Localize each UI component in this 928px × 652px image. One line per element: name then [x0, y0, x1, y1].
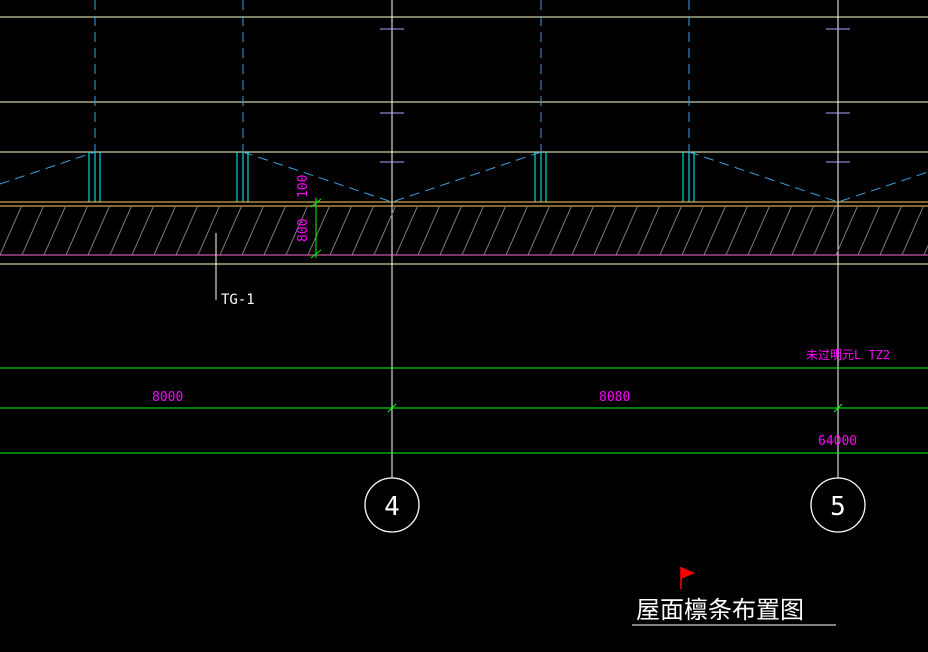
hatched-gutter-band [0, 207, 928, 255]
dim-small-side-label: 800 [296, 219, 311, 242]
red-flag-icon [680, 567, 695, 589]
axis-label-4: 4 [384, 492, 400, 522]
axis-label-5: 5 [830, 492, 846, 522]
axis-bubble-5: 5 [810, 477, 866, 533]
dim-small-top-label: 100 [296, 175, 311, 198]
drawing-title: 屋面檩条布置图 [636, 596, 804, 624]
axis-bubble-4: 4 [364, 477, 420, 533]
annotation-magenta: 未过明元L TZ2 [806, 348, 890, 362]
overall-dimension: 64000 [818, 434, 857, 449]
span-left-dimension: 8000 [152, 390, 183, 405]
bracing-dashed [0, 151, 928, 203]
span-right-dimension: 8080 [599, 390, 630, 405]
cad-drawing-canvas: 100 800 TG-1 未过明元L TZ2 8000 8080 64000 4… [0, 0, 928, 626]
purlin-ticks [380, 28, 850, 163]
tg1-label: TG-1 [221, 292, 255, 308]
